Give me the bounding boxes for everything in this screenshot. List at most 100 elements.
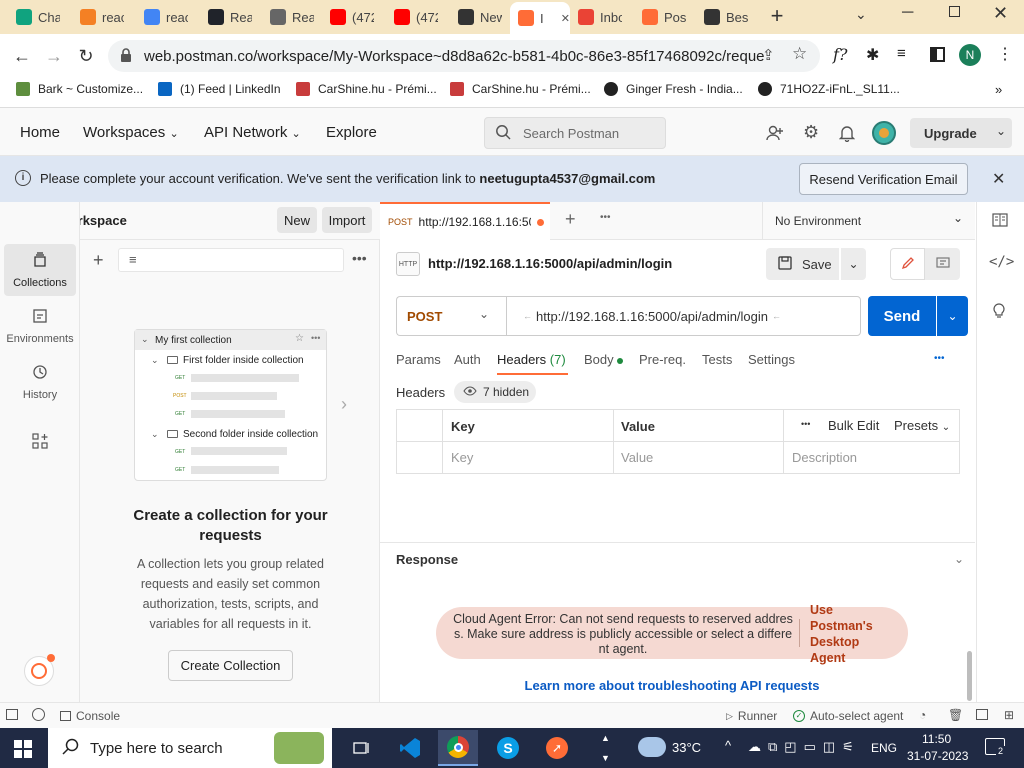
request-tab[interactable]: POST http://192.168.1.16:500( <box>380 202 550 240</box>
browser-tab[interactable]: Rea <box>262 4 320 30</box>
more-subtabs-icon[interactable]: ••• <box>934 353 945 364</box>
browser-tab[interactable]: reac <box>136 4 194 30</box>
environment-select[interactable]: No Environment ⌄ <box>762 202 976 240</box>
postman-bootcamp-icon[interactable] <box>24 654 55 686</box>
filter-input[interactable]: ≡ <box>118 248 344 272</box>
chevron-right-icon[interactable]: › <box>341 394 347 415</box>
search-input[interactable]: Search Postman <box>484 117 666 149</box>
windows-start-icon[interactable] <box>14 740 32 761</box>
notification-bell-icon[interactable] <box>838 124 856 145</box>
side-panel-icon[interactable] <box>930 47 945 62</box>
console-button[interactable]: Console <box>60 709 120 723</box>
create-collection-button[interactable]: Create Collection <box>168 650 293 681</box>
import-button[interactable]: Import <box>322 207 372 233</box>
back-arrow-icon[interactable]: ← <box>9 43 35 69</box>
send-options-button[interactable]: ⌄ <box>937 296 968 336</box>
toggle-sidebar-icon[interactable] <box>6 709 18 720</box>
tab-settings[interactable]: Settings <box>748 352 795 367</box>
url-input[interactable]: ← http://192.168.1.16:5000/api/admin/log… <box>506 296 861 336</box>
edit-pencil-button[interactable] <box>890 248 925 280</box>
browser-tab[interactable]: Inbo <box>570 4 628 30</box>
new-request-tab-icon[interactable]: + <box>565 209 576 230</box>
browser-menu-icon[interactable]: ⋮ <box>997 44 1013 64</box>
send-button[interactable]: Send <box>868 296 936 336</box>
bookmark-item[interactable]: Ginger Fresh - India... <box>604 82 743 96</box>
tab-headers[interactable]: Headers (7) <box>497 352 566 367</box>
documentation-icon[interactable] <box>992 212 1008 231</box>
media-control-icon[interactable]: ≡ <box>897 45 906 62</box>
postman-app-icon[interactable]: ➚ <box>537 730 577 766</box>
task-view-icon[interactable] <box>342 730 382 766</box>
maximize-icon[interactable] <box>949 6 960 17</box>
bulk-edit-button[interactable]: Bulk Edit <box>828 418 879 433</box>
skype-icon[interactable]: S <box>488 730 528 766</box>
user-avatar[interactable] <box>872 121 896 145</box>
close-tab-icon[interactable]: ✕ <box>561 12 570 25</box>
value-input[interactable]: Value <box>621 450 653 465</box>
tab-options-icon[interactable]: ••• <box>600 212 611 223</box>
comments-button[interactable] <box>925 248 960 280</box>
taskbar-search[interactable]: Type here to search <box>48 728 332 768</box>
tab-search-icon[interactable]: ⌄ <box>855 6 867 23</box>
new-button[interactable]: New <box>277 207 317 233</box>
minimize-icon[interactable]: ─ <box>902 4 913 22</box>
clock-date[interactable]: 31-07-2023 <box>907 749 968 763</box>
method-select[interactable]: POST ⌄ <box>396 296 506 336</box>
bookmark-item[interactable]: CarShine.hu - Prémi... <box>450 82 591 96</box>
new-tab-button[interactable]: + <box>764 5 790 29</box>
language-indicator[interactable]: ENG <box>871 741 897 755</box>
key-input[interactable]: Key <box>451 450 473 465</box>
description-input[interactable]: Description <box>792 450 857 465</box>
code-icon[interactable]: </> <box>989 254 1014 270</box>
bookmark-item[interactable]: Bark ~ Customize... <box>16 82 143 96</box>
bookmark-item[interactable]: (1) Feed | LinkedIn <box>158 82 281 96</box>
upgrade-button[interactable]: Upgrade ⌄ <box>910 118 1012 148</box>
nav-workspaces[interactable]: Workspaces ⌄ <box>83 124 179 141</box>
nav-api-network[interactable]: API Network ⌄ <box>204 124 301 141</box>
forward-arrow-icon[interactable]: → <box>41 43 67 69</box>
tray-chevron-icon[interactable]: ^ <box>725 738 731 753</box>
more-icon[interactable]: ••• <box>801 419 810 429</box>
use-desktop-agent-link[interactable]: Use Postman's Desktop Agent <box>810 602 888 666</box>
agent-select[interactable]: ✓ Auto-select agent <box>793 709 903 723</box>
save-options-button[interactable]: ⌄ <box>841 248 866 280</box>
browser-tab[interactable]: Rea <box>200 4 258 30</box>
trash-icon[interactable]: 🗑 <box>948 708 963 722</box>
profile-avatar[interactable]: N <box>959 44 981 66</box>
chevron-down-icon[interactable]: ⌄ <box>954 552 964 566</box>
find-replace-icon[interactable] <box>32 708 45 721</box>
tab-body[interactable]: Body <box>584 352 624 367</box>
settings-gear-icon[interactable]: ⚙ <box>803 122 819 143</box>
bookmark-star-icon[interactable]: ☆ <box>792 44 807 64</box>
extensions-puzzle-icon[interactable]: ✱ <box>866 45 879 65</box>
browser-tab[interactable]: (472 <box>386 4 444 30</box>
browser-tab[interactable]: (472 <box>322 4 380 30</box>
clock-time[interactable]: 11:50 <box>922 732 951 746</box>
browser-tab[interactable]: I ✕ <box>510 2 570 34</box>
invite-user-icon[interactable] <box>766 124 784 147</box>
more-options-icon[interactable]: ••• <box>352 250 367 266</box>
weather-temperature[interactable]: 33°C <box>672 740 701 755</box>
close-window-icon[interactable]: ✕ <box>993 3 1008 24</box>
presets-button[interactable]: Presets ⌄ <box>894 418 950 433</box>
chrome-icon[interactable] <box>438 730 478 766</box>
address-bar[interactable]: web.postman.co/workspace/My-Workspace~d8… <box>108 40 820 72</box>
tab-params[interactable]: Params <box>396 352 441 367</box>
browser-tab[interactable]: Post <box>634 4 692 30</box>
formula-extension-icon[interactable]: f? <box>833 45 848 64</box>
tab-pre-request[interactable]: Pre-req. <box>639 352 686 367</box>
close-banner-icon[interactable]: ✕ <box>992 169 1005 189</box>
troubleshooting-link[interactable]: Learn more about troubleshooting API req… <box>380 678 964 693</box>
browser-tab[interactable]: Best <box>696 4 754 30</box>
scrollbar[interactable] <box>967 651 972 701</box>
rail-collections[interactable]: Collections <box>4 244 76 296</box>
hidden-headers-toggle[interactable]: 7 hidden <box>454 381 536 403</box>
reload-icon[interactable]: ↻ <box>73 43 99 69</box>
add-collection-icon[interactable]: + <box>93 250 104 271</box>
runner-button[interactable]: ▷ Runner <box>726 709 777 723</box>
tab-tests[interactable]: Tests <box>702 352 732 367</box>
rail-history[interactable]: History <box>4 356 76 408</box>
lightbulb-icon[interactable] <box>991 302 1007 323</box>
tab-auth[interactable]: Auth <box>454 352 481 367</box>
bookmarks-overflow-icon[interactable]: » <box>995 82 1002 97</box>
